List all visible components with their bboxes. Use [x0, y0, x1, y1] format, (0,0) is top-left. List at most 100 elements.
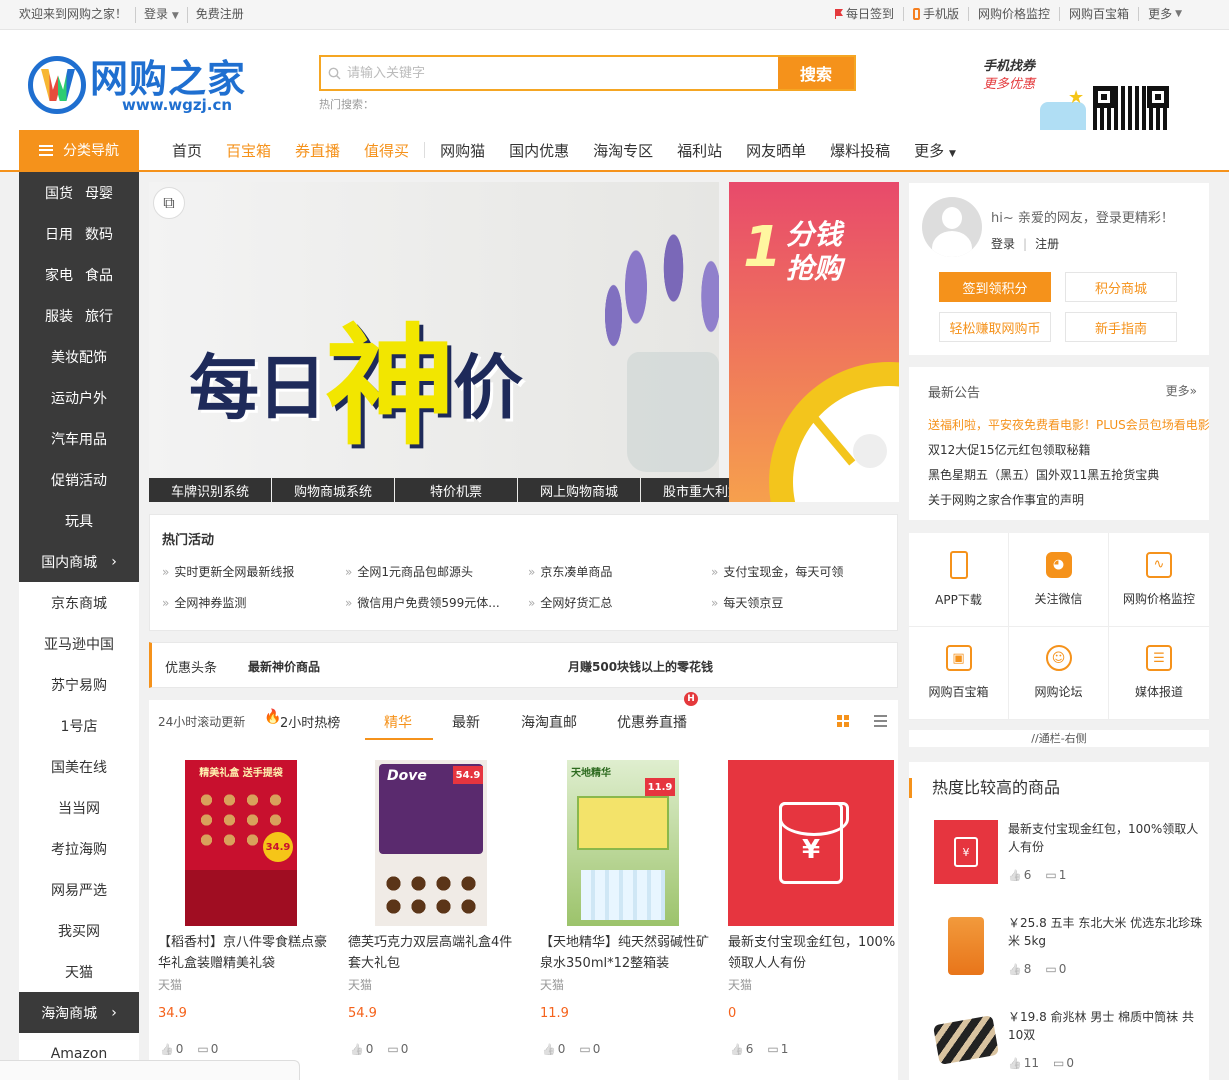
likes-count[interactable]: 11	[1008, 1056, 1039, 1070]
side-banner[interactable]: 1 分钱 抢购	[729, 182, 899, 502]
nav-item-welfare[interactable]: 福利站	[665, 140, 734, 161]
sidebar-item[interactable]: 数码	[85, 224, 113, 244]
sidebar-item[interactable]: 玩具	[19, 500, 139, 541]
likes-count[interactable]: 0	[160, 1042, 184, 1056]
more-menu[interactable]: 更多 ▼	[1138, 7, 1191, 21]
mobile-link[interactable]: 手机版	[903, 7, 968, 21]
activity-link[interactable]: 全网1元商品包邮源头	[345, 563, 528, 580]
main-banner[interactable]: ⧉ 每日神价	[149, 182, 719, 502]
wechat-follow-link[interactable]: ◕ 关注微信	[1009, 533, 1109, 627]
comments-count[interactable]: 0	[1045, 962, 1067, 976]
sidebar-mall-item[interactable]: 亚马逊中国	[19, 623, 139, 664]
product-title[interactable]: 最新支付宝现金红包，100%领取人人有份	[728, 932, 898, 974]
register-link[interactable]: 免费注册	[186, 7, 252, 23]
price-monitor-link[interactable]: 网购价格监控	[968, 7, 1059, 21]
sidebar-item[interactable]: 促销活动	[19, 459, 139, 500]
product-title[interactable]: 德芙巧克力双层高端礼盒4件套大礼包	[348, 932, 518, 974]
comments-count[interactable]: 1	[1045, 868, 1067, 882]
product-title[interactable]: 【稻香村】京八件零食糕点豪华礼盒装赠精美礼袋	[158, 932, 328, 974]
sidebar-mall-item[interactable]: 国美在线	[19, 746, 139, 787]
sidebar-item[interactable]: 旅行	[85, 306, 113, 326]
nav-item-submit[interactable]: 爆料投稿	[818, 140, 902, 161]
hot-goods-item[interactable]: ￥25.8 五丰 东北大米 优选东北珍珠米 5kg 80	[934, 914, 1204, 984]
notice-item[interactable]: 送福利啦，平安夜免费看电影！PLUS会员包场看电影	[928, 413, 1209, 438]
sidebar-item[interactable]: 汽车用品	[19, 418, 139, 459]
product-card[interactable]: 精美礼盒 送手提袋 34.9 【稻香村】京八件零食糕点豪华礼盒装赠精美礼袋 天猫…	[158, 760, 328, 1070]
likes-count[interactable]: 0	[350, 1042, 374, 1056]
tab-latest[interactable]: 最新	[452, 712, 480, 732]
banner-tab[interactable]: 网上购物商城	[518, 478, 640, 502]
sidebar-item[interactable]: 日用	[45, 224, 73, 244]
grid-view-icon[interactable]	[837, 715, 849, 727]
nav-item-domestic[interactable]: 国内优惠	[497, 140, 581, 161]
notice-item[interactable]: 黑色星期五（黑五）国外双11黑五抢货宝典	[928, 463, 1209, 488]
share-icon[interactable]: ⧉	[153, 187, 185, 219]
nav-item-haitao[interactable]: 海淘专区	[581, 140, 665, 161]
user-login-link[interactable]: 登录	[991, 237, 1015, 251]
sidebar-item[interactable]: 家电	[45, 265, 73, 285]
newbie-guide-button[interactable]: 新手指南	[1065, 312, 1177, 342]
sidebar-mall-item[interactable]: 京东商城	[19, 582, 139, 623]
nav-item-home[interactable]: 首页	[160, 140, 214, 161]
activity-link[interactable]: 微信用户免费领599元体...	[345, 594, 528, 611]
login-link[interactable]: 登录 ▼	[135, 7, 187, 23]
sidebar-mall-item[interactable]: 我买网	[19, 910, 139, 951]
sidebar-mall-item[interactable]: 当当网	[19, 787, 139, 828]
sidebar-item[interactable]: 运动户外	[19, 377, 139, 418]
nav-item-baibaoxiang[interactable]: 百宝箱	[214, 140, 283, 161]
notice-item[interactable]: 关于网购之家合作事宜的声明	[928, 488, 1209, 513]
banner-tab[interactable]: 车牌识别系统	[149, 478, 271, 502]
banner-tab[interactable]: 特价机票	[395, 478, 517, 502]
price-monitor-tool-link[interactable]: ∿ 网购价格监控	[1109, 533, 1209, 627]
tab-haitao-direct[interactable]: 海淘直邮	[521, 712, 577, 732]
forum-link[interactable]: ☺ 网购论坛	[1009, 626, 1109, 720]
activity-link[interactable]: 每天领京豆	[711, 594, 894, 611]
sidebar-item[interactable]: 母婴	[85, 183, 113, 203]
sidebar-item[interactable]: 服装	[45, 306, 73, 326]
checkin-link[interactable]: 每日签到	[826, 7, 903, 21]
nav-item-coupon-live[interactable]: 券直播	[283, 140, 352, 161]
app-download-link[interactable]: APP下载	[909, 533, 1009, 627]
search-input[interactable]	[347, 57, 778, 89]
sidebar-domestic-head[interactable]: 国内商城 ›	[19, 541, 139, 582]
nav-item-wanggoumao[interactable]: 网购猫	[428, 140, 497, 161]
list-view-icon[interactable]	[874, 715, 887, 727]
product-image[interactable]: 天地精华 11.9	[540, 760, 706, 926]
tab-featured[interactable]: 精华	[384, 712, 412, 732]
notice-more-link[interactable]: 更多»	[1166, 382, 1197, 399]
likes-count[interactable]: 6	[1008, 868, 1032, 882]
sidebar-overseas-head[interactable]: 海淘商城 ›	[19, 992, 139, 1033]
comments-count[interactable]: 0	[197, 1042, 219, 1056]
tab-hot-ranking[interactable]: 2小时热榜	[280, 712, 340, 731]
search-button[interactable]: 搜索	[778, 57, 854, 89]
activity-link[interactable]: 全网好货汇总	[528, 594, 711, 611]
points-mall-button[interactable]: 积分商城	[1065, 272, 1177, 302]
checkin-points-button[interactable]: 签到领积分	[939, 272, 1051, 302]
tab-coupon-live[interactable]: 优惠券直播	[617, 712, 687, 732]
site-logo[interactable]: 网购之家 www.wgzj.cn	[28, 48, 268, 114]
headline-link[interactable]: 月赚500块钱以上的零花钱	[568, 658, 713, 675]
earn-coins-button[interactable]: 轻松赚取网购币	[939, 312, 1051, 342]
sidebar-mall-item[interactable]: 网易严选	[19, 869, 139, 910]
baibaoxiang-link[interactable]: 网购百宝箱	[1059, 7, 1138, 21]
banner-tab[interactable]: 购物商城系统	[272, 478, 394, 502]
likes-count[interactable]: 0	[542, 1042, 566, 1056]
comments-count[interactable]: 0	[387, 1042, 409, 1056]
sidebar-item[interactable]: 美妆配饰	[19, 336, 139, 377]
nav-item-worth-buying[interactable]: 值得买	[352, 140, 421, 161]
nav-item-more[interactable]: 更多 ▼	[902, 140, 968, 161]
comments-count[interactable]: 0	[1053, 1056, 1074, 1070]
activity-link[interactable]: 支付宝现金，每天可领	[711, 563, 894, 580]
media-report-link[interactable]: ☰ 媒体报道	[1109, 627, 1209, 720]
sidebar-mall-item[interactable]: 苏宁易购	[19, 664, 139, 705]
sidebar-mall-item[interactable]: 考拉海购	[19, 828, 139, 869]
comments-count[interactable]: 0	[579, 1042, 601, 1056]
product-image[interactable]: Dove 54.9	[348, 760, 514, 926]
comments-count[interactable]: 1	[767, 1042, 789, 1056]
product-title[interactable]: 【天地精华】纯天然弱碱性矿泉水350ml*12整箱装	[540, 932, 710, 974]
sidebar-item[interactable]: 国货	[45, 183, 73, 203]
activity-link[interactable]: 实时更新全网最新线报	[162, 563, 345, 580]
likes-count[interactable]: 8	[1008, 962, 1032, 976]
product-image[interactable]: 精美礼盒 送手提袋 34.9	[158, 760, 324, 926]
product-card[interactable]: ¥ 最新支付宝现金红包，100%领取人人有份 天猫 0 61	[728, 760, 898, 1070]
